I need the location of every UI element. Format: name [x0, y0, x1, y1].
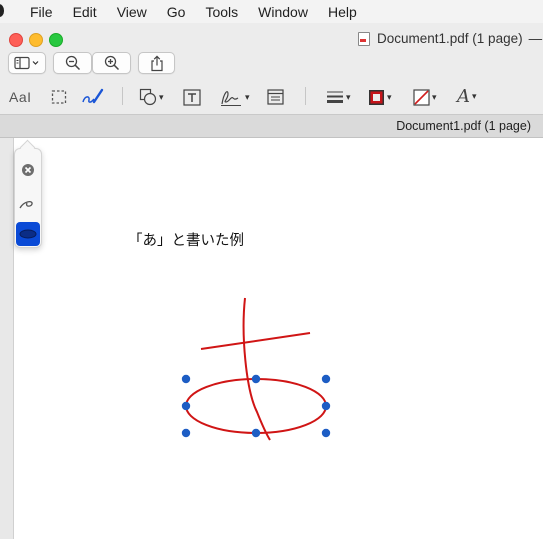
- handle-right[interactable]: [321, 401, 331, 411]
- selection-handles[interactable]: [181, 374, 331, 438]
- handle-top-left[interactable]: [181, 374, 191, 384]
- handle-top-right[interactable]: [321, 374, 331, 384]
- handle-top[interactable]: [251, 374, 261, 384]
- handle-bottom[interactable]: [251, 428, 261, 438]
- handle-bottom-right[interactable]: [321, 428, 331, 438]
- vertical-stroke: [242, 297, 271, 441]
- handle-bottom-left[interactable]: [181, 428, 191, 438]
- sketch-annotation[interactable]: [0, 0, 543, 539]
- ellipse-stroke[interactable]: [185, 378, 327, 434]
- horizontal-stroke: [200, 332, 311, 350]
- handle-left[interactable]: [181, 401, 191, 411]
